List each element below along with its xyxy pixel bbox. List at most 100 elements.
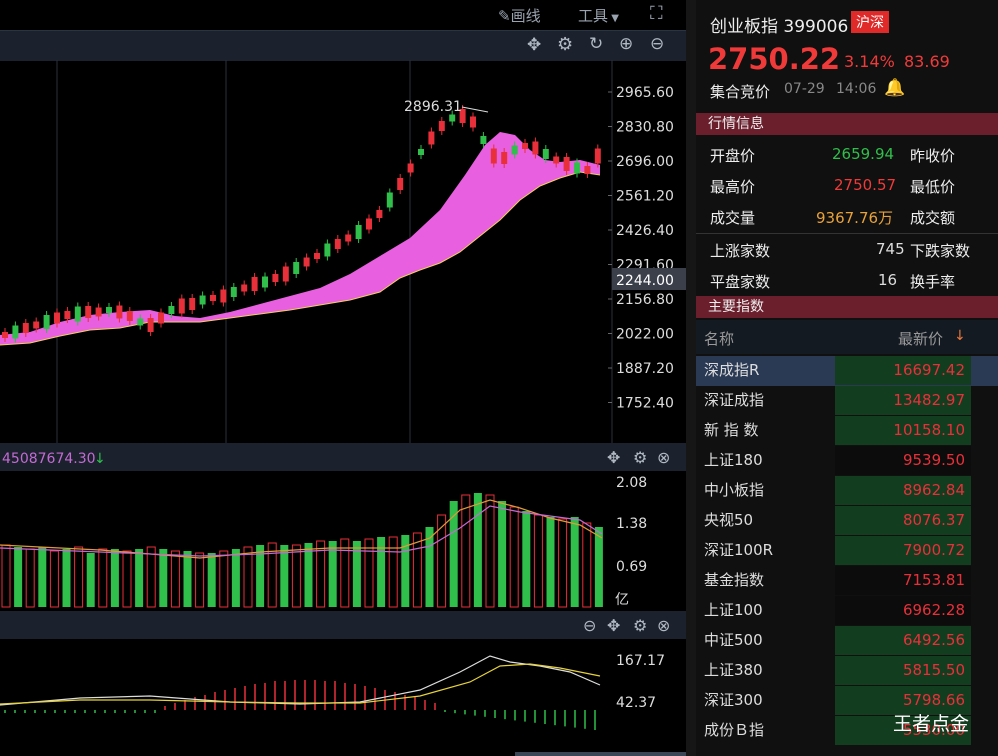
index-row[interactable]: 基金指数 7153.81 xyxy=(696,566,998,596)
volume-ma-purple xyxy=(0,505,603,557)
candle xyxy=(126,311,133,321)
amount-label: 成交额 xyxy=(910,209,956,227)
high-marker-label: 2896.31 xyxy=(404,99,462,115)
open-label: 开盘价 xyxy=(710,147,756,165)
main-indices-header: 主要指数 xyxy=(696,296,998,318)
index-row[interactable]: 中小板指 8962.84 xyxy=(696,476,998,506)
candle xyxy=(74,306,81,322)
candle xyxy=(522,143,528,149)
candle xyxy=(418,149,424,155)
price-tick-label: 2830.80 xyxy=(616,120,674,136)
price-tick-label: 2426.40 xyxy=(616,223,674,239)
col-price[interactable]: 最新价 xyxy=(898,328,943,349)
macd-gear-icon[interactable]: ⚙ xyxy=(633,616,647,635)
index-row-name: 新 指 数 xyxy=(704,421,759,439)
candle xyxy=(12,325,19,339)
open-value: 2659.94 xyxy=(832,145,895,163)
index-row[interactable]: 深成指R 16697.42 xyxy=(696,356,998,386)
splitter[interactable] xyxy=(686,0,696,756)
quote-panel: 创业板指 399006 沪深 2750.22 3.14% 83.69 集合竞价 … xyxy=(696,0,998,756)
index-row[interactable]: 中证500 6492.56 xyxy=(696,626,998,656)
candle xyxy=(54,312,60,324)
low-label: 最低价 xyxy=(910,178,956,196)
macd-move-icon[interactable]: ✥ xyxy=(607,616,620,635)
candle xyxy=(220,289,227,303)
index-row[interactable]: 上证100 6962.28 xyxy=(696,596,998,626)
price-tick-label: 1752.40 xyxy=(616,396,674,412)
index-row[interactable]: 深证100R 7900.72 xyxy=(696,536,998,566)
index-row-price: 9539.50 xyxy=(835,446,971,475)
index-row-name: 深证成指 xyxy=(704,391,765,409)
high-value: 2750.57 xyxy=(834,176,897,194)
volume-tick-label: 2.08 xyxy=(616,475,647,491)
index-row[interactable]: 上证180 9539.50 xyxy=(696,446,998,476)
sort-desc-icon[interactable]: ↓ xyxy=(954,328,966,344)
index-row-price: 8962.84 xyxy=(835,476,971,505)
volume-bar xyxy=(38,547,47,607)
volume-close-icon[interactable]: ⊗ xyxy=(657,448,670,467)
candle xyxy=(490,148,497,164)
fullscreen-icon[interactable]: ⛶ xyxy=(650,3,663,24)
h-scrollbar[interactable] xyxy=(515,752,686,756)
index-row-price: 6962.28 xyxy=(835,596,971,625)
volume-bar xyxy=(122,550,132,608)
gear-icon[interactable]: ⚙ xyxy=(557,34,573,55)
draw-line-button[interactable]: ✎画线 xyxy=(498,5,541,26)
volume-bar xyxy=(159,549,168,607)
index-row-price: 16697.42 xyxy=(835,356,971,385)
candle xyxy=(85,306,92,318)
volume-bar xyxy=(340,538,350,608)
volume-bar xyxy=(14,547,23,607)
volume-bar xyxy=(62,549,71,607)
zoom-out-icon[interactable]: ⊖ xyxy=(650,34,664,54)
candle xyxy=(168,306,175,314)
tools-menu[interactable]: 工具 ▼ xyxy=(578,5,619,26)
volume-move-icon[interactable]: ✥ xyxy=(607,448,620,467)
kline-svg[interactable]: 2896.31 2965.60 2830.80 2696.00 2561.20 2426… xyxy=(0,60,686,756)
macd-collapse-icon[interactable]: ⊖ xyxy=(583,616,596,635)
candle xyxy=(33,321,40,329)
volume-header-value: 45087674.30 xyxy=(2,451,96,467)
index-row-name: 成份Ｂ指 xyxy=(704,721,765,739)
volume-bar xyxy=(498,501,507,607)
index-row[interactable]: 上证380 5815.50 xyxy=(696,656,998,686)
info-divider xyxy=(696,233,998,234)
move-icon[interactable]: ✥ xyxy=(527,35,541,55)
candle xyxy=(314,253,320,259)
volume-header-arrow: ↓ xyxy=(94,451,106,467)
candle xyxy=(178,298,185,314)
col-name[interactable]: 名称 xyxy=(704,328,734,349)
refresh-icon[interactable]: ↻ xyxy=(589,34,603,54)
macd-close-icon[interactable]: ⊗ xyxy=(657,616,670,635)
volume-gear-icon[interactable]: ⚙ xyxy=(633,448,647,467)
candle xyxy=(501,152,508,164)
chart-area[interactable]: ✎画线 工具 ▼ ⛶ ✥ ⚙ ↻ ⊕ ⊖ 2896.31 2965.60 2830… xyxy=(0,0,686,756)
price-axis: 2965.602830.802696.002561.202426.402291.… xyxy=(608,85,674,412)
quote-status: 集合竞价 xyxy=(710,83,771,101)
volume-bar xyxy=(86,553,95,607)
candle xyxy=(366,218,372,230)
index-row-name: 中小板指 xyxy=(704,481,765,499)
candle xyxy=(345,234,352,242)
candle xyxy=(64,311,71,319)
volume-bar xyxy=(594,527,603,607)
volume-bar xyxy=(582,522,592,608)
volume-tick-label: 1.38 xyxy=(616,516,647,532)
index-row-price: 6492.56 xyxy=(835,626,971,655)
candle xyxy=(563,157,570,171)
index-row[interactable]: 新 指 数 10158.10 xyxy=(696,416,998,446)
index-row[interactable]: 深证成指 13482.97 xyxy=(696,386,998,416)
indices-list: 深成指R 16697.42 深证成指 13482.97 新 指 数 10158.10 上证1… xyxy=(696,356,998,756)
candle xyxy=(438,121,445,131)
bell-icon[interactable]: 🔔 xyxy=(884,78,905,98)
macd-tick-label: 167.17 xyxy=(616,653,665,669)
volume-bar xyxy=(533,514,543,608)
index-row-name: 深成指R xyxy=(696,356,833,385)
quote-time: 14:06 xyxy=(836,81,877,97)
index-row[interactable]: 央视50 8076.37 xyxy=(696,506,998,536)
price-tick-label: 2022.00 xyxy=(616,327,674,343)
candle xyxy=(407,163,414,173)
candle xyxy=(116,305,123,319)
volume-bar xyxy=(509,506,519,608)
zoom-in-icon[interactable]: ⊕ xyxy=(619,34,633,54)
